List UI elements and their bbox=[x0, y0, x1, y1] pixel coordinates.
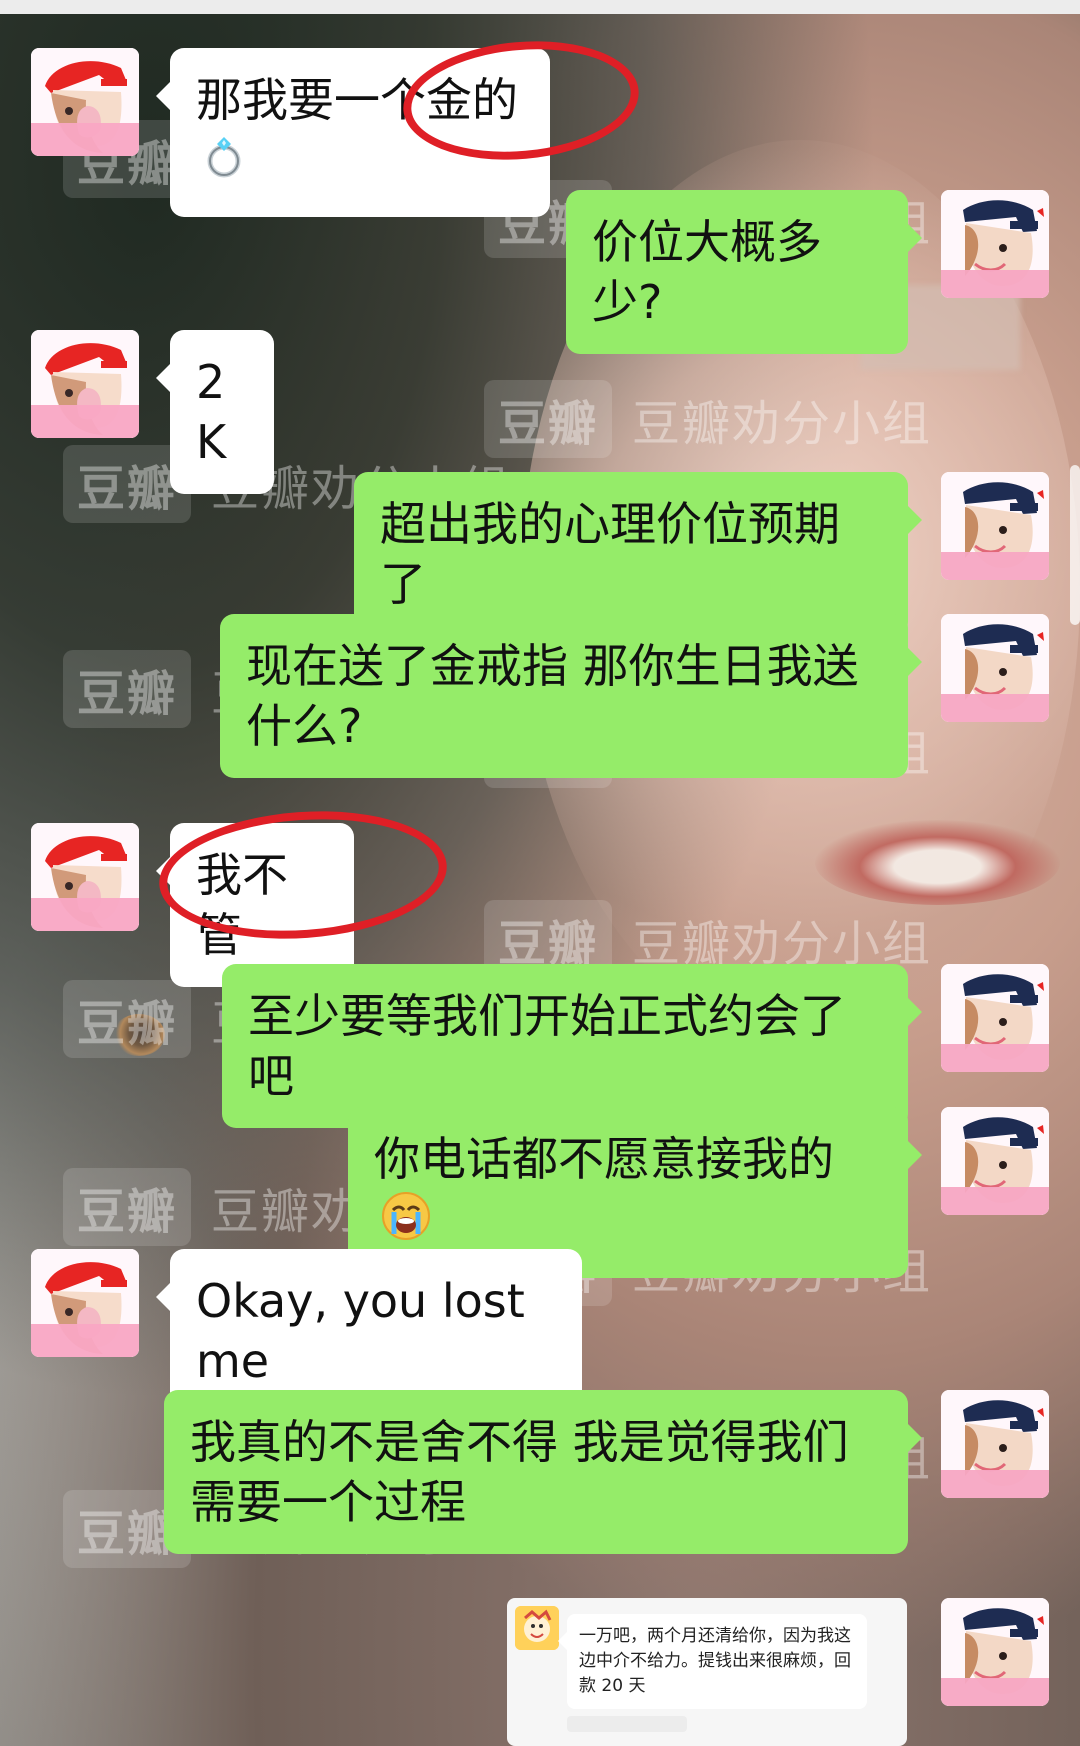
avatar-left[interactable] bbox=[31, 1249, 139, 1357]
chat-screenshot: 豆瓣豆瓣劝分小组 豆瓣豆瓣劝分小组 豆瓣豆瓣劝分小组 豆瓣豆瓣劝分小组 豆瓣豆瓣… bbox=[0, 0, 1080, 1746]
ring-icon bbox=[202, 133, 250, 195]
message-row-2: 价位大概多少? bbox=[0, 190, 1080, 354]
message-row-10: 我真的不是舍不得 我是觉得我们需要一个过程 bbox=[0, 1390, 1080, 1570]
message-text: 现在送了金戒指 那你生日我送什么? bbox=[246, 639, 859, 753]
message-bubble-right[interactable]: 超出我的心理价位预期了 bbox=[354, 472, 922, 636]
message-text: Okay, you lost me bbox=[196, 1274, 525, 1388]
boy-avatar-icon bbox=[941, 472, 1049, 580]
quoted-screenshot[interactable]: 一万吧，两个月还清给你，因为我这边中介不给力。提钱出来很麻烦，回款 20 天 bbox=[507, 1598, 907, 1746]
quote-avatar bbox=[515, 1606, 559, 1650]
avatar-right[interactable] bbox=[941, 472, 1049, 580]
avatar-left[interactable] bbox=[31, 823, 139, 931]
avatar-right[interactable] bbox=[941, 190, 1049, 298]
message-text: 我不管 bbox=[196, 848, 288, 962]
top-edge bbox=[0, 0, 1080, 14]
message-row-1: 那我要一个金的 bbox=[0, 48, 1080, 217]
message-row-6: 我不管 bbox=[0, 823, 1080, 987]
crying-face-icon bbox=[380, 1190, 432, 1256]
girl-avatar-icon bbox=[31, 1249, 139, 1357]
quoted-message-bubble: 一万吧，两个月还清给你，因为我这边中介不给力。提钱出来很麻烦，回款 20 天 bbox=[558, 1614, 867, 1709]
message-bubble-right[interactable]: 我真的不是舍不得 我是觉得我们需要一个过程 bbox=[164, 1390, 922, 1554]
boy-avatar-icon bbox=[941, 1390, 1049, 1498]
quote-snippet-bar bbox=[567, 1716, 687, 1732]
girl-avatar-icon bbox=[31, 823, 139, 931]
boy-avatar-icon bbox=[941, 964, 1049, 1072]
quoted-message-text: 一万吧，两个月还清给你，因为我这边中介不给力。提钱出来很麻烦，回款 20 天 bbox=[579, 1626, 851, 1696]
message-row-9: Okay, you lost me bbox=[0, 1249, 1080, 1413]
avatar-right[interactable] bbox=[941, 964, 1049, 1072]
avatar-right[interactable] bbox=[941, 1107, 1049, 1215]
avatar-left[interactable] bbox=[31, 48, 139, 156]
message-text: 2K bbox=[196, 355, 227, 469]
girl-avatar-icon bbox=[31, 330, 139, 438]
message-row-8: 你电话都不愿意接我的 bbox=[0, 1107, 1080, 1278]
avatar-left[interactable] bbox=[31, 330, 139, 438]
message-bubble-right[interactable]: 至少要等我们开始正式约会了吧 bbox=[222, 964, 922, 1128]
message-bubble-right[interactable]: 现在送了金戒指 那你生日我送什么? bbox=[220, 614, 922, 778]
boy-avatar-icon bbox=[941, 1107, 1049, 1215]
boy-avatar-icon bbox=[941, 614, 1049, 722]
message-bubble-left[interactable]: Okay, you lost me bbox=[156, 1249, 582, 1413]
message-text: 你电话都不愿意接我的 bbox=[374, 1132, 834, 1186]
message-row-5: 现在送了金戒指 那你生日我送什么? bbox=[0, 614, 1080, 794]
boy-avatar-icon bbox=[941, 190, 1049, 298]
message-row-3: 2K bbox=[0, 330, 1080, 494]
boy-avatar-icon bbox=[941, 1598, 1049, 1706]
message-row-7: 至少要等我们开始正式约会了吧 bbox=[0, 964, 1080, 1128]
message-row-4: 超出我的心理价位预期了 bbox=[0, 472, 1080, 636]
message-text: 我真的不是舍不得 我是觉得我们需要一个过程 bbox=[190, 1415, 849, 1529]
message-text: 那我要一个金的 bbox=[196, 73, 518, 127]
avatar-right[interactable] bbox=[941, 1598, 1049, 1706]
avatar-right[interactable] bbox=[941, 614, 1049, 722]
message-bubble-left[interactable]: 2K bbox=[156, 330, 274, 494]
cartoon-avatar-icon bbox=[515, 1606, 559, 1650]
girl-avatar-icon bbox=[31, 48, 139, 156]
message-text: 超出我的心理价位预期了 bbox=[380, 497, 840, 611]
message-text: 至少要等我们开始正式约会了吧 bbox=[248, 989, 846, 1103]
message-text: 价位大概多少? bbox=[592, 215, 822, 329]
message-bubble-left[interactable]: 我不管 bbox=[156, 823, 354, 987]
avatar-right[interactable] bbox=[941, 1390, 1049, 1498]
